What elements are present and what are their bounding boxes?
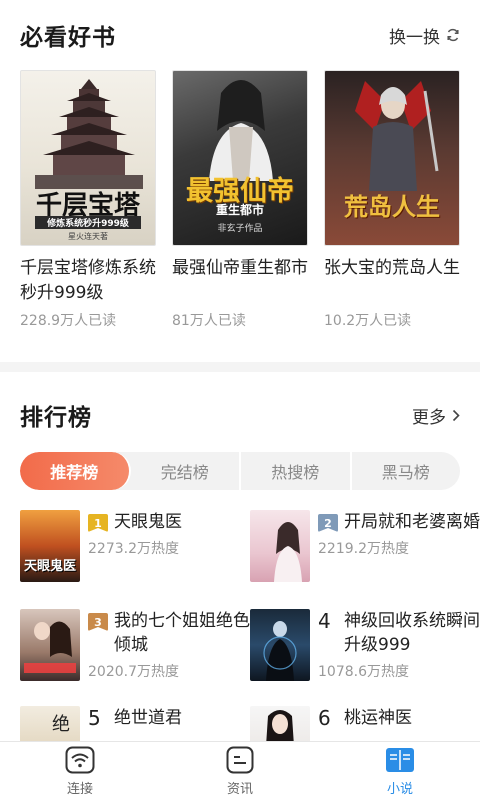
rank-number: 4 <box>318 609 331 633</box>
nav-item-novel[interactable]: 小说 <box>320 742 480 800</box>
wifi-icon <box>65 746 95 773</box>
ranking-item[interactable]: 4 神级回收系统瞬间升级999 1078.6万热度 <box>250 609 480 681</box>
tab-recommend[interactable]: 推荐榜 <box>20 452 131 490</box>
ranking-item[interactable]: 2 开局就和老婆离婚 2219.2万热度 <box>250 510 480 582</box>
book-cover <box>250 609 310 681</box>
book-icon <box>386 747 414 772</box>
cover-subtitle: 修炼系统秒升999级 <box>35 216 141 229</box>
silver-medal-icon: 2 <box>318 514 338 532</box>
news-icon <box>226 746 254 773</box>
bottom-nav: 连接 资讯 小说 <box>0 741 480 800</box>
bronze-medal-icon: 3 <box>88 613 108 631</box>
couple-illustration <box>274 522 302 582</box>
cover-author: 非玄子作品 <box>217 224 263 234</box>
refresh-button[interactable]: 换一换 <box>389 23 460 48</box>
section-divider <box>0 362 480 372</box>
ranking-title: 排行榜 <box>20 405 92 431</box>
rank-number: 5 <box>88 706 101 730</box>
ranking-book-title: 桃运神医 <box>344 708 412 728</box>
ranking-heat: 1078.6万热度 <box>318 664 409 680</box>
ranking-book-title: 开局就和老婆离婚 <box>344 512 480 532</box>
nav-label: 连接 <box>66 781 93 797</box>
refresh-icon <box>447 28 459 42</box>
book-cover: 天眼鬼医 <box>20 510 80 582</box>
cover-glyph: 绝 <box>52 714 70 735</box>
book-card[interactable]: 荒岛人生 张大宝的荒岛人生 10.2万人已读 <box>324 70 460 330</box>
cover-title: 荒岛人生 <box>344 193 440 221</box>
ranking-item[interactable]: 3 我的七个姐姐绝色倾城 2020.7万热度 <box>20 609 250 681</box>
more-label: 更多 <box>412 407 446 428</box>
ranking-info: 3 我的七个姐姐绝色倾城 2020.7万热度 <box>88 609 250 681</box>
chevron-right-icon <box>452 409 460 421</box>
ranking-book-title: 绝世道君 <box>114 708 182 728</box>
character-illustration <box>209 80 273 181</box>
book-read-count: 81万人已读 <box>172 313 246 329</box>
book-title: 最强仙帝重生都市 <box>172 258 308 278</box>
warrior-illustration <box>355 81 439 191</box>
gold-medal-icon: 1 <box>88 514 108 532</box>
must-read-header: 必看好书 换一换 <box>20 18 460 52</box>
must-read-list: 千层宝塔 修炼系统秒升999级 星火连天著 千层宝塔修炼系统秒升999级 228… <box>20 70 460 330</box>
ranking-heat: 2020.7万热度 <box>88 664 179 680</box>
rank-number: 6 <box>318 706 331 730</box>
book-card[interactable]: 千层宝塔 修炼系统秒升999级 星火连天著 千层宝塔修炼系统秒升999级 228… <box>20 70 156 330</box>
must-read-title: 必看好书 <box>20 25 116 51</box>
book-cover: 最强仙帝 重生都市 非玄子作品 <box>172 70 308 246</box>
ranking-info: 1 天眼鬼医 2273.2万热度 <box>88 510 250 582</box>
book-title: 千层宝塔修炼系统秒升999级 <box>20 258 156 303</box>
book-cover <box>250 510 310 582</box>
book-card[interactable]: 最强仙帝 重生都市 非玄子作品 最强仙帝重生都市 81万人已读 <box>172 70 308 330</box>
book-title: 张大宝的荒岛人生 <box>324 258 460 278</box>
cover-title: 天眼鬼医 <box>23 559 76 574</box>
ranking-item[interactable]: 天眼鬼医 1 天眼鬼医 2273.2万热度 <box>20 510 240 582</box>
cover-subtitle: 重生都市 <box>215 203 264 217</box>
ranking-info: 2 开局就和老婆离婚 2219.2万热度 <box>318 510 480 582</box>
book-cover: 千层宝塔 修炼系统秒升999级 星火连天著 <box>20 70 156 246</box>
nav-label: 小说 <box>386 781 413 797</box>
more-button[interactable]: 更多 <box>412 403 460 428</box>
book-read-count: 228.9万人已读 <box>20 313 117 329</box>
figure-illustration <box>263 621 297 681</box>
nav-label: 资讯 <box>226 781 253 797</box>
tab-finished[interactable]: 完结榜 <box>131 452 241 490</box>
ranking-info: 4 神级回收系统瞬间升级999 1078.6万热度 <box>318 609 480 681</box>
ranking-header: 排行榜 更多 <box>20 398 460 432</box>
ranking-book-title: 我的七个姐姐绝色倾城 <box>114 611 250 655</box>
tab-hot-search[interactable]: 热搜榜 <box>241 452 352 490</box>
ranking-heat: 2219.2万热度 <box>318 541 409 557</box>
book-cover: 荒岛人生 <box>324 70 460 246</box>
couple-illustration <box>24 621 76 673</box>
ranking-heat: 2273.2万热度 <box>88 541 179 557</box>
book-cover <box>20 609 80 681</box>
ranking-tabs: 推荐榜 完结榜 热搜榜 黑马榜 <box>20 452 460 490</box>
cover-author: 星火连天著 <box>68 232 108 241</box>
book-read-count: 10.2万人已读 <box>324 313 412 329</box>
ranking-book-title: 天眼鬼医 <box>114 512 182 532</box>
pagoda-illustration <box>35 79 143 189</box>
ranking-book-title: 神级回收系统瞬间升级999 <box>344 611 480 655</box>
nav-item-connect[interactable]: 连接 <box>0 742 160 800</box>
nav-item-news[interactable]: 资讯 <box>160 742 320 800</box>
refresh-label: 换一换 <box>389 27 440 48</box>
tab-dark-horse[interactable]: 黑马榜 <box>352 452 461 490</box>
